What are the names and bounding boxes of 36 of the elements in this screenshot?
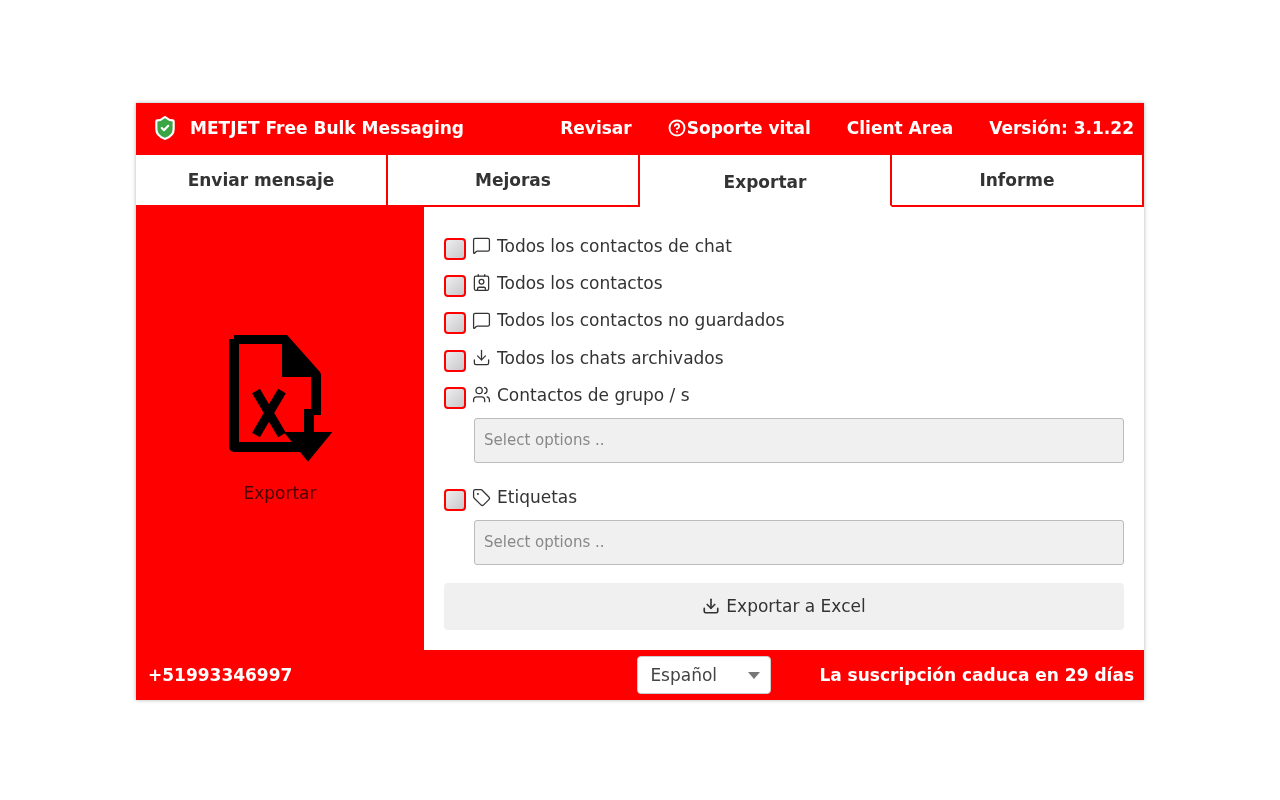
- header-link[interactable]: Soporte vital: [667, 118, 811, 138]
- header-link[interactable]: Client Area: [846, 118, 954, 138]
- tag-icon: [472, 487, 491, 507]
- option-label: Contactos de grupo / s: [497, 384, 690, 405]
- option-label: Etiquetas: [497, 487, 578, 508]
- header-link[interactable]: Revisar: [560, 118, 632, 138]
- caret-icon: [748, 671, 761, 679]
- checkbox[interactable]: [444, 489, 466, 512]
- language-select[interactable]: Español: [637, 656, 772, 694]
- tab[interactable]: Enviar mensaje: [136, 153, 388, 205]
- tab[interactable]: Exportar: [640, 153, 892, 207]
- option-label: Todos los contactos: [497, 272, 663, 293]
- export-button[interactable]: Exportar a Excel: [444, 583, 1124, 630]
- checkbox[interactable]: [444, 237, 466, 260]
- tab[interactable]: Mejoras: [388, 153, 640, 205]
- help-icon: [667, 119, 686, 137]
- option-label: Todos los chats archivados: [497, 347, 724, 368]
- group-icon: [472, 385, 491, 405]
- side-label: Exportar: [243, 482, 317, 503]
- checkbox[interactable]: [444, 386, 466, 409]
- checkbox[interactable]: [444, 349, 466, 372]
- checkbox[interactable]: [444, 312, 466, 335]
- download-icon: [472, 348, 491, 368]
- chat-icon: [472, 236, 491, 256]
- contact-icon: [472, 273, 491, 293]
- checkbox[interactable]: [444, 274, 466, 297]
- tab[interactable]: Informe: [892, 153, 1144, 205]
- download-icon: [702, 597, 721, 616]
- shield-check-icon: [152, 115, 178, 141]
- phone-number: +51993346997: [148, 665, 294, 685]
- header-link[interactable]: Versión: 3.1.22: [989, 118, 1134, 138]
- app-title: METJET Free Bulk Messaging: [190, 118, 465, 138]
- option-label: Todos los contactos de chat: [497, 235, 732, 256]
- option-label: Todos los contactos no guardados: [497, 310, 785, 331]
- subscription-notice: La suscripción caduca en 29 días: [819, 665, 1134, 685]
- chat-icon: [472, 310, 491, 330]
